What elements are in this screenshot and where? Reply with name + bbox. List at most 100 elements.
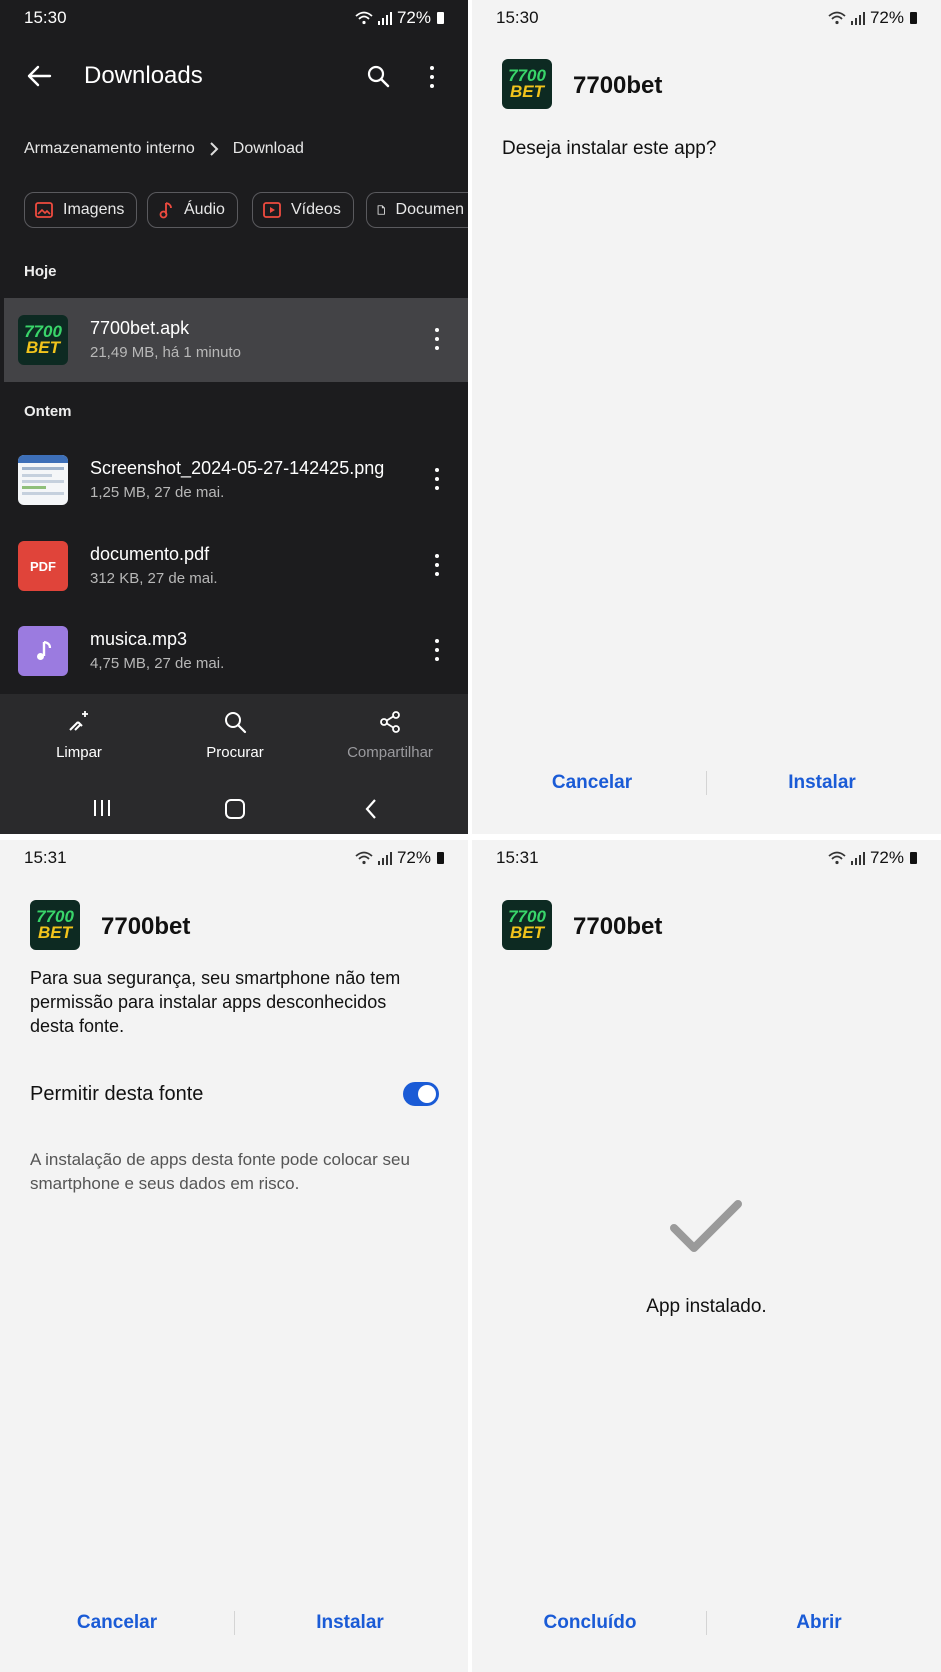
share-icon [380,711,400,733]
document-icon [377,205,385,215]
app-name: 7700bet [573,72,663,99]
music-icon [18,626,68,676]
search-button[interactable]: Procurar [175,710,295,761]
battery-icon [910,12,917,24]
battery-level: 72% [396,848,431,867]
open-button[interactable]: Abrir [719,1612,919,1634]
chip-documents[interactable]: Documen [366,192,468,228]
music-note-icon [159,202,172,219]
cancel-button[interactable]: Cancelar [17,1612,217,1634]
file-row-pdf[interactable]: PDF documento.pdf 312 KB, 27 de mai. [4,524,468,608]
battery-icon [437,852,444,864]
installed-message: App instalado. [646,1296,767,1317]
file-meta: 312 KB, 27 de mai. [90,570,218,587]
file-row-mp3[interactable]: musica.mp3 4,75 MB, 27 de mai. [4,609,468,693]
install-button[interactable]: Instalar [722,772,922,794]
status-bar: 15:30 72% [0,8,468,30]
image-icon [35,202,53,218]
chevron-right-icon [210,142,219,156]
chip-label: Áudio [184,201,225,218]
done-button[interactable]: Concluído [490,1612,690,1634]
file-options-icon[interactable] [434,468,440,490]
recent-apps-icon[interactable] [92,798,112,818]
home-icon[interactable] [224,798,246,820]
section-today: Hoje [24,263,57,280]
signal-icon [850,11,865,25]
more-options-icon[interactable] [429,66,435,88]
share-button[interactable]: Compartilhar [330,710,450,761]
app-name: 7700bet [101,913,191,940]
allow-source-toggle[interactable] [403,1082,439,1106]
app-name: 7700bet [573,913,663,940]
battery-level: 72% [869,8,904,27]
wifi-icon [828,11,846,25]
chip-audio[interactable]: Áudio [147,192,238,228]
back-icon[interactable] [364,798,378,820]
pdf-icon: PDF [18,541,68,591]
file-name: 7700bet.apk [90,318,190,338]
wifi-icon [828,851,846,865]
status-bar: 15:30 72% [472,8,941,30]
file-options-icon[interactable] [434,328,440,350]
file-meta: 21,49 MB, há 1 minuto [90,344,241,361]
file-name: musica.mp3 [90,629,188,649]
status-time: 15:31 [24,848,67,867]
chip-images[interactable]: Imagens [24,192,138,228]
back-arrow-icon[interactable] [26,64,52,88]
signal-icon [850,851,865,865]
install-prompt-screen: 15:30 72% 7700 BET 7700bet Deseja instal… [472,0,941,834]
battery-icon [437,12,444,24]
breadcrumb: Armazenamento interno Download [24,140,304,158]
file-options-icon[interactable] [434,639,440,661]
button-divider [706,1611,707,1635]
status-bar: 15:31 72% [0,848,468,870]
file-name: Screenshot_2024-05-27-142425.png [90,458,385,478]
screenshot-thumb [18,455,68,505]
page-title: Downloads [84,62,203,89]
button-divider [234,1611,235,1635]
risk-warning: A instalação de apps desta fonte pode co… [30,1150,410,1193]
battery-icon [910,852,917,864]
status-time: 15:30 [24,8,67,27]
cancel-button[interactable]: Cancelar [492,772,692,794]
chip-label: Vídeos [291,201,341,218]
battery-level: 72% [396,8,431,27]
install-button[interactable]: Instalar [250,1612,450,1634]
status-time: 15:30 [496,8,539,27]
file-meta: 1,25 MB, 27 de mai. [90,484,225,501]
permission-screen: 15:31 72% 7700 BET 7700bet Para sua segu… [0,840,468,1672]
file-meta: 4,75 MB, 27 de mai. [90,655,225,672]
breadcrumb-current[interactable]: Download [233,140,304,158]
search-icon [225,712,247,734]
app-logo: 7700 BET [502,900,552,950]
file-options-icon[interactable] [434,554,440,576]
bottom-action-bar: Limpar Procurar Compartilhar [0,694,468,834]
clear-button[interactable]: Limpar [19,710,139,761]
security-message: Para sua segurança, seu smartphone não t… [30,968,401,1036]
wifi-icon [355,11,373,25]
signal-icon [377,851,392,865]
search-icon[interactable] [366,64,390,88]
checkmark-icon [670,1200,742,1252]
video-icon [263,202,281,218]
chip-videos[interactable]: Vídeos [252,192,354,228]
file-row-screenshot[interactable]: Screenshot_2024-05-27-142425.png 1,25 MB… [4,438,468,522]
status-time: 15:31 [496,848,539,867]
signal-icon [377,11,392,25]
status-bar: 15:31 72% [472,848,941,870]
wifi-icon [355,851,373,865]
chip-label: Imagens [63,201,125,218]
button-divider [706,771,707,795]
app-logo: 7700 BET [502,59,552,109]
app-logo: 7700 BET [30,900,80,950]
chip-label: Documen [395,201,464,218]
install-question: Deseja instalar este app? [502,138,717,159]
file-row-apk[interactable]: 7700 BET 7700bet.apk 21,49 MB, há 1 minu… [4,298,468,382]
file-name: documento.pdf [90,544,210,564]
installed-screen: 15:31 72% 7700 BET 7700bet App instalado… [472,840,941,1672]
toggle-label: Permitir desta fonte [30,1083,204,1105]
breadcrumb-root[interactable]: Armazenamento interno [24,140,195,158]
section-yesterday: Ontem [24,403,72,420]
clean-icon [69,711,88,731]
downloads-screen: 15:30 72% Downloads Armazenamento intern… [0,0,468,834]
